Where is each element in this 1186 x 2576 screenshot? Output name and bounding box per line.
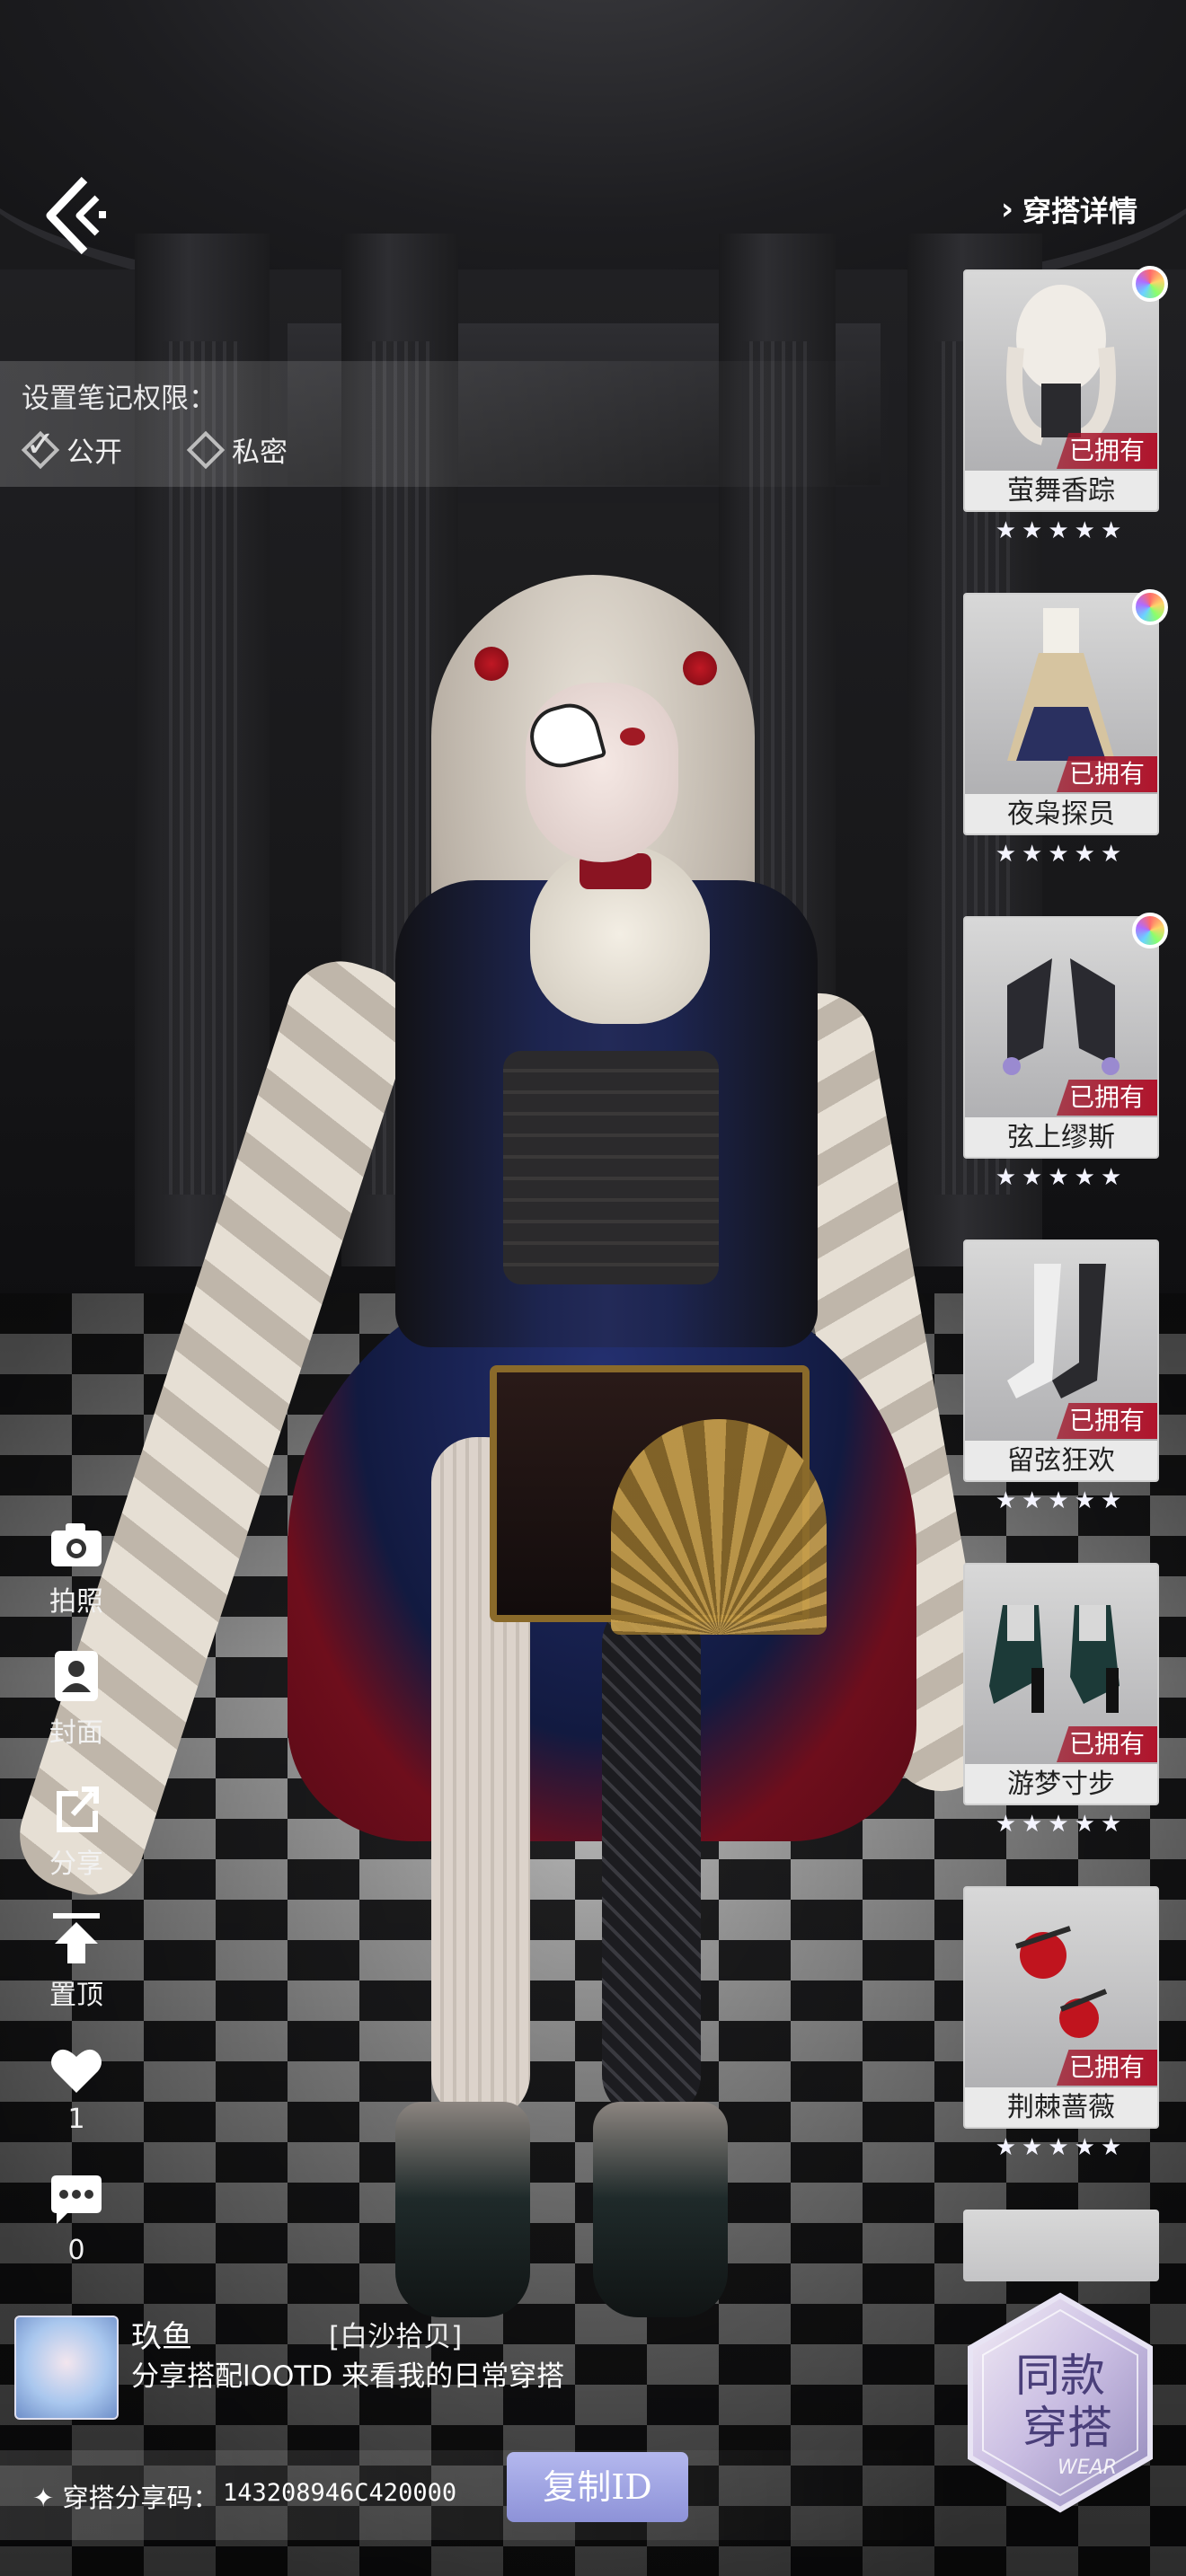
camera-icon [51,1523,102,1566]
item-name: 游梦寸步 [965,1764,1157,1804]
copy-id-button[interactable]: 复制ID [507,2452,688,2522]
same-outfit-button[interactable]: 同款 穿搭 WEAR [961,2290,1159,2515]
pin-top-icon [53,1913,100,1963]
item-card: 已拥有 萤舞香踪 [963,269,1159,512]
owned-badge: 已拥有 [1056,1080,1157,1116]
action-label: 分享 [49,1848,103,1880]
share-code-value: 143208946C420000 [223,2479,457,2507]
stockings-icon [965,1241,1157,1421]
note-permission-panel: 设置笔记权限： ✓ 公开 私密 [0,361,898,487]
action-label: 置顶 [49,1980,103,2011]
pin-top-button[interactable]: 置顶 [27,1911,126,2012]
eye [620,728,645,745]
heart-icon [51,2049,102,2093]
like-button[interactable]: 1 [27,2042,126,2135]
rainbow-color-icon [1132,266,1168,302]
item-name: 留弦狂欢 [965,1441,1157,1480]
same-outfit-watermark: WEAR [1058,2457,1117,2479]
cover-portrait-icon [55,1651,98,1701]
outfit-details-link[interactable]: › 穿搭详情 [1001,189,1137,230]
shoe-right [593,2102,728,2317]
item-name: 荆棘蔷薇 [965,2087,1157,2127]
outfit-item[interactable]: 已拥有 弦上缪斯 ★★★★★ [963,913,1168,1191]
share-code-bar: ✦ 穿搭分享码： 143208946C420000 [0,2450,952,2540]
permission-option-public[interactable]: ✓ 公开 [21,424,122,470]
shoes-icon [965,1565,1157,1744]
checkbox-diamond-icon [186,430,226,469]
item-card: 已拥有 荆棘蔷薇 [963,1886,1159,2129]
hair-rose [683,651,717,685]
outfit-item[interactable]: 已拥有 游梦寸步 ★★★★★ [963,1563,1163,1838]
outfit-item[interactable]: 已拥有 荆棘蔷薇 ★★★★★ [963,1886,1163,2161]
permission-option-label: 私密 [232,437,288,469]
star-rating: ★★★★★ [995,1164,1128,1191]
share-code-label: ✦ 穿搭分享码： [32,2483,219,2513]
back-arrow-icon [46,176,106,255]
username[interactable]: 玖鱼 [131,2312,192,2356]
like-count: 1 [67,2104,85,2135]
item-name: 夜枭探员 [965,794,1157,834]
rainbow-color-icon [1132,913,1168,948]
outfit-item[interactable]: 已拥有 夜枭探员 ★★★★★ [963,589,1168,868]
star-rating: ★★★★★ [995,841,1128,868]
check-icon: ✓ [25,423,56,465]
item-name: 弦上缪斯 [965,1117,1157,1157]
golden-fan [611,1419,827,1635]
rose-accessory-icon [965,1888,1157,2068]
shoe-left [395,2102,530,2317]
owned-badge: 已拥有 [1056,756,1157,792]
hexagon-badge-icon: 同款 穿搭 WEAR [968,2292,1153,2513]
same-outfit-line1: 同款 [1015,2350,1105,2402]
cover-button[interactable]: 封面 [27,1649,126,1750]
star-rating: ★★★★★ [995,1811,1128,1838]
item-card: 已拥有 留弦狂欢 [963,1239,1159,1482]
permission-title: 设置笔记权限： [22,383,217,415]
same-outfit-line2: 穿搭 [1022,2402,1112,2454]
action-label: 封面 [49,1717,103,1749]
item-card: 已拥有 弦上缪斯 [963,916,1159,1159]
comment-count: 0 [67,2235,85,2266]
user-tag: [白沙拾贝] [329,2321,463,2353]
owned-badge: 已拥有 [1056,1403,1157,1439]
outfit-item-partial[interactable] [963,2210,1159,2281]
star-rating: ★★★★★ [995,2134,1128,2161]
owned-badge: 已拥有 [1056,1726,1157,1762]
dress-icon [965,595,1157,774]
star-rating: ★★★★★ [995,1487,1128,1514]
owned-badge: 已拥有 [1056,433,1157,469]
share-button[interactable]: 分享 [27,1780,126,1881]
checkbox-diamond-icon: ✓ [21,424,60,469]
photo-button[interactable]: 拍照 [27,1518,126,1619]
avatar[interactable] [14,2316,119,2420]
leg-right [602,1599,701,2120]
item-name: 萤舞香踪 [965,471,1157,510]
hair-icon [965,271,1157,451]
star-rating: ★★★★★ [995,517,1128,544]
back-button[interactable] [41,171,113,260]
corset [503,1051,719,1284]
item-card: 已拥有 夜枭探员 [963,593,1159,835]
hair-rose [474,647,509,681]
permission-option-private[interactable]: 私密 [186,429,288,470]
comment-button[interactable]: 0 [27,2174,126,2266]
outfit-item[interactable]: 已拥有 留弦狂欢 ★★★★★ [963,1239,1163,1514]
rainbow-color-icon [1132,589,1168,625]
owned-badge: 已拥有 [1056,2050,1157,2086]
comment-icon [51,2175,102,2224]
share-icon [57,1786,99,1832]
gloves-icon [965,918,1157,1098]
chevron-right-icon: › [1000,191,1013,227]
action-label: 拍照 [49,1586,103,1618]
outfit-item[interactable]: 已拥有 萤舞香踪 ★★★★★ [963,266,1168,544]
item-card: 已拥有 游梦寸步 [963,1563,1159,1805]
post-description: 分享搭配lOOTD 来看我的日常穿搭 [131,2360,565,2393]
outfit-details-label: 穿搭详情 [1022,194,1137,228]
permission-option-label: 公开 [66,437,122,469]
